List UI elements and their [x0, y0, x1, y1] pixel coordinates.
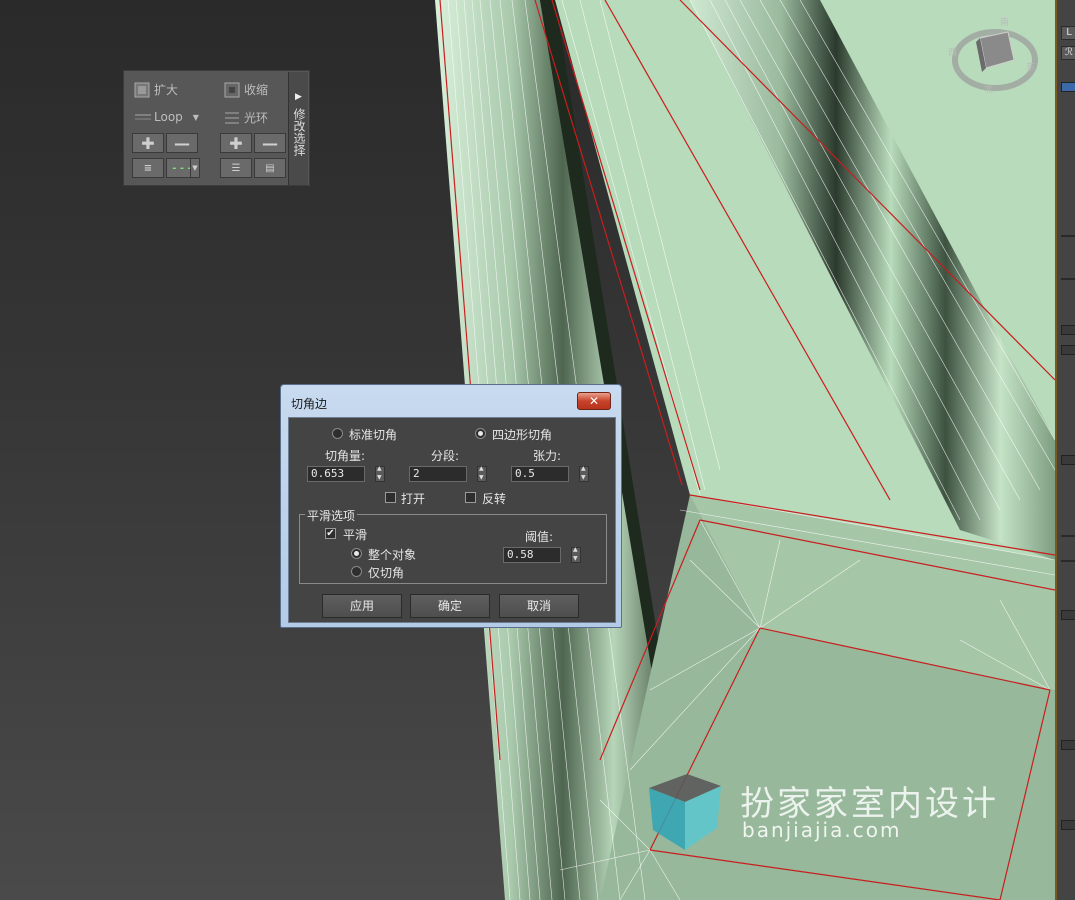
- ring-mode-icon: ☰: [231, 162, 241, 174]
- panel-list-item[interactable]: [1061, 82, 1075, 92]
- loop-dropdown-icon[interactable]: ▼: [193, 113, 199, 122]
- smooth-label: 平滑: [343, 528, 368, 542]
- panel-list-item[interactable]: [1061, 455, 1075, 465]
- grow-button[interactable]: 扩大: [134, 81, 178, 98]
- threshold-spinner[interactable]: [571, 546, 581, 563]
- modify-selection-tab[interactable]: ▶ 修改选择: [288, 72, 308, 185]
- viewcube[interactable]: 南 西 东 北: [940, 10, 1040, 100]
- svg-text:西: 西: [948, 47, 957, 58]
- chamfer-amount-spinner[interactable]: [375, 465, 385, 482]
- dialog-body: 标准切角 四边形切角 切角量: 分段: 张力: 0.653 2 0.5 打开 反…: [288, 417, 616, 623]
- svg-text:北: 北: [984, 84, 993, 95]
- segments-spinner[interactable]: [477, 465, 487, 482]
- cancel-button[interactable]: 取消: [499, 594, 579, 618]
- panel-list-item[interactable]: [1061, 820, 1075, 830]
- svg-text:南: 南: [1000, 16, 1009, 28]
- tension-input[interactable]: 0.5: [511, 466, 569, 482]
- ring-shrink-button[interactable]: —: [254, 133, 286, 153]
- chamfer-only-radio[interactable]: [351, 566, 362, 577]
- ring-mode2-button[interactable]: ▤: [254, 158, 286, 178]
- open-label: 打开: [401, 492, 426, 506]
- panel-divider: [1061, 535, 1075, 537]
- watermark-url: banjiajia.com: [742, 818, 902, 842]
- close-button[interactable]: ✕: [577, 392, 611, 410]
- panel-tab-button[interactable]: L: [1061, 26, 1075, 40]
- smooth-checkbox[interactable]: ✔: [325, 528, 336, 539]
- modify-selection-panel: 扩大 收缩 Loop ▼ 光环 ✚ — ✚ — ≡ - - - ▼ ☰ ▤: [123, 70, 310, 186]
- loop-grow-button[interactable]: ✚: [132, 133, 164, 153]
- chamfer-edges-dialog: 切角边 ✕ 标准切角 四边形切角 切角量: 分段: 张力: 0.653 2 0.…: [280, 384, 622, 628]
- quad-chamfer-label: 四边形切角: [492, 428, 553, 442]
- loop-icon: [134, 109, 151, 125]
- plus-icon: ✚: [141, 133, 155, 153]
- standard-chamfer-radio[interactable]: [332, 428, 343, 439]
- loop-mode-icon: ≡: [143, 162, 153, 174]
- apply-button[interactable]: 应用: [322, 594, 402, 618]
- dashed-line-icon: - - -: [172, 162, 192, 174]
- invert-label: 反转: [482, 492, 507, 506]
- loop-button[interactable]: Loop ▼: [134, 109, 199, 125]
- tension-label: 张力:: [533, 449, 562, 463]
- ring-button[interactable]: 光环: [224, 109, 268, 126]
- panel-list-item[interactable]: [1061, 740, 1075, 750]
- command-panel: L ℛ: [1055, 0, 1075, 900]
- panel-divider: [1061, 235, 1075, 237]
- segments-input[interactable]: 2: [409, 466, 467, 482]
- panel-list-item[interactable]: [1061, 610, 1075, 620]
- invert-checkbox[interactable]: [465, 492, 476, 503]
- minus-icon: —: [174, 133, 190, 153]
- panel-divider: [1061, 560, 1075, 562]
- ring-grow-button[interactable]: ✚: [220, 133, 252, 153]
- panel-tab-button[interactable]: ℛ: [1061, 46, 1075, 60]
- plus-icon: ✚: [229, 133, 243, 153]
- grow-icon: [134, 82, 150, 98]
- modify-selection-tab-label: 修改选择: [292, 108, 306, 156]
- ring-mode2-icon: ▤: [265, 162, 275, 174]
- chevron-down-icon: ▼: [192, 164, 198, 172]
- open-checkbox[interactable]: [385, 492, 396, 503]
- standard-chamfer-label: 标准切角: [349, 428, 398, 442]
- close-icon: ✕: [588, 394, 600, 408]
- smoothing-group-label: 平滑选项: [305, 507, 358, 524]
- loop-dash-dropdown[interactable]: ▼: [190, 158, 200, 178]
- chamfer-only-label: 仅切角: [368, 566, 405, 580]
- shrink-icon: [224, 82, 240, 98]
- chamfer-amount-label: 切角量:: [325, 449, 366, 463]
- chamfer-amount-input[interactable]: 0.653: [307, 466, 365, 482]
- minus-icon: —: [262, 133, 278, 153]
- grow-label: 扩大: [154, 83, 179, 97]
- ring-mode-button[interactable]: ☰: [220, 158, 252, 178]
- svg-text:东: 东: [1026, 61, 1035, 73]
- shrink-button[interactable]: 收缩: [224, 81, 268, 98]
- panel-list-item[interactable]: [1061, 345, 1075, 355]
- ring-icon: [224, 110, 240, 126]
- ring-label: 光环: [244, 111, 269, 125]
- threshold-input[interactable]: 0.58: [503, 547, 561, 563]
- loop-label: Loop: [154, 110, 183, 124]
- whole-object-label: 整个对象: [368, 548, 417, 562]
- loop-shrink-button[interactable]: —: [166, 133, 198, 153]
- segments-label: 分段:: [431, 449, 460, 463]
- shrink-label: 收缩: [244, 83, 269, 97]
- tension-spinner[interactable]: [579, 465, 589, 482]
- expand-arrow-icon[interactable]: ▶: [295, 92, 302, 102]
- panel-list-item[interactable]: [1061, 325, 1075, 335]
- ok-button[interactable]: 确定: [410, 594, 490, 618]
- dialog-title: 切角边: [291, 397, 328, 411]
- threshold-label: 阈值:: [525, 530, 554, 544]
- quad-chamfer-radio[interactable]: [475, 428, 486, 439]
- loop-mode-button[interactable]: ≡: [132, 158, 164, 178]
- panel-divider: [1061, 278, 1075, 280]
- brand-logo-icon: [647, 772, 723, 852]
- whole-object-radio[interactable]: [351, 548, 362, 559]
